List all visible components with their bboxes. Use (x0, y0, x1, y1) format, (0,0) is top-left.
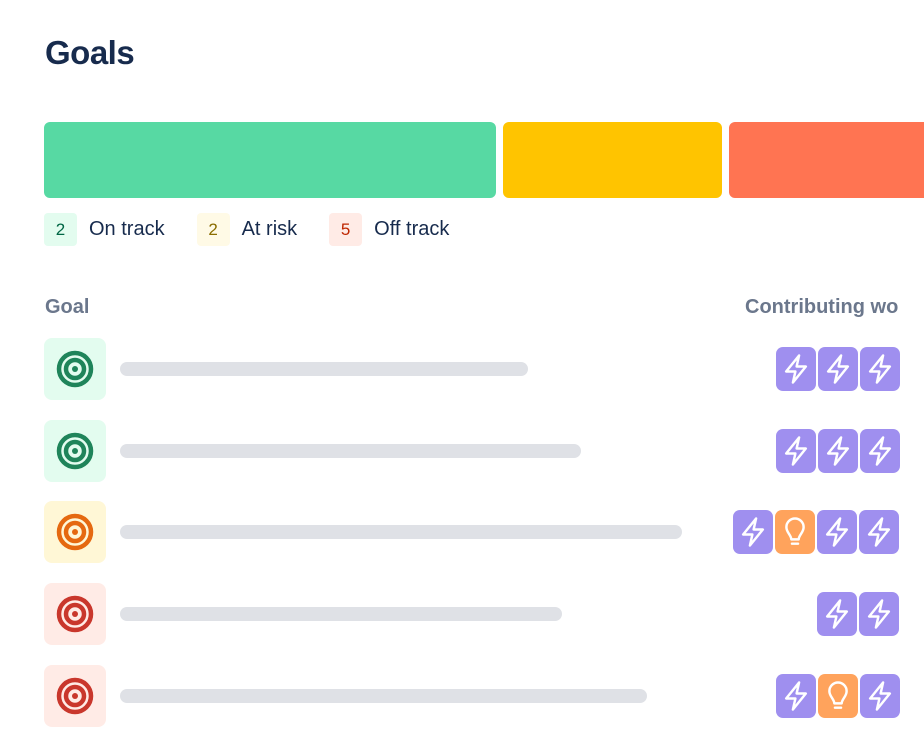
work-item-chip[interactable] (818, 429, 858, 473)
bolt-icon (868, 436, 892, 466)
legend-item-on-track: 2 On track (44, 213, 165, 246)
work-item-chip[interactable] (776, 347, 816, 391)
contributing-work-column-header: Contributing wo (745, 296, 899, 318)
work-item-chip[interactable] (776, 674, 816, 718)
work-item-chip[interactable] (733, 510, 773, 554)
bolt-icon (784, 354, 808, 384)
legend-label: At risk (241, 218, 298, 240)
work-item-chip[interactable] (818, 347, 858, 391)
legend-item-at-risk: 2 At risk (196, 213, 298, 246)
work-item-chip[interactable] (860, 429, 900, 473)
goal-column-header: Goal (45, 296, 90, 318)
legend-count-badge: 2 (44, 213, 77, 246)
goal-row[interactable] (44, 338, 924, 400)
page-title: Goals (45, 34, 135, 71)
bolt-icon (826, 436, 850, 466)
contributing-work-chips (776, 429, 902, 473)
idea-chip[interactable] (818, 674, 858, 718)
work-item-chip[interactable] (860, 347, 900, 391)
legend-label: Off track (374, 218, 450, 240)
goal-row[interactable] (44, 501, 924, 563)
goal-name-placeholder (120, 362, 528, 376)
target-icon (56, 350, 94, 388)
lightbulb-icon (828, 681, 848, 709)
work-item-chip[interactable] (817, 510, 857, 554)
legend-label: On track (89, 218, 165, 240)
bolt-icon (784, 681, 808, 711)
goal-name-placeholder (120, 444, 581, 458)
work-item-chip[interactable] (776, 429, 816, 473)
bolt-icon (867, 599, 891, 629)
work-item-chip[interactable] (817, 592, 857, 636)
goal-row[interactable] (44, 583, 924, 645)
goal-name-placeholder (120, 689, 647, 703)
bolt-icon (784, 436, 808, 466)
idea-chip[interactable] (775, 510, 815, 554)
at-risk-bar[interactable] (503, 122, 722, 198)
target-icon (56, 677, 94, 715)
contributing-work-chips (776, 674, 902, 718)
status-legend: 2 On track 2 At risk 5 Off track (44, 213, 481, 246)
bolt-icon (826, 354, 850, 384)
target-icon (56, 432, 94, 470)
goal-name-placeholder (120, 607, 562, 621)
bolt-icon (741, 517, 765, 547)
goal-status-icon-tile (44, 338, 106, 400)
bolt-icon (868, 354, 892, 384)
goal-status-icon-tile (44, 583, 106, 645)
bolt-icon (825, 599, 849, 629)
goal-status-icon-tile (44, 501, 106, 563)
goal-name-placeholder (120, 525, 682, 539)
goal-row[interactable] (44, 665, 924, 727)
bolt-icon (825, 517, 849, 547)
work-item-chip[interactable] (860, 674, 900, 718)
target-icon (56, 595, 94, 633)
on-track-bar[interactable] (44, 122, 496, 198)
lightbulb-icon (785, 517, 805, 545)
target-icon (56, 513, 94, 551)
contributing-work-chips (817, 592, 901, 636)
goal-row[interactable] (44, 420, 924, 482)
goal-status-icon-tile (44, 665, 106, 727)
legend-item-off-track: 5 Off track (329, 213, 449, 246)
contributing-work-chips (776, 347, 902, 391)
off-track-bar[interactable] (729, 122, 924, 198)
work-item-chip[interactable] (859, 510, 899, 554)
bolt-icon (868, 681, 892, 711)
bolt-icon (867, 517, 891, 547)
work-item-chip[interactable] (859, 592, 899, 636)
legend-count-badge: 2 (196, 213, 230, 246)
legend-count-badge: 5 (329, 213, 363, 246)
goal-status-icon-tile (44, 420, 106, 482)
contributing-work-chips (733, 510, 901, 554)
